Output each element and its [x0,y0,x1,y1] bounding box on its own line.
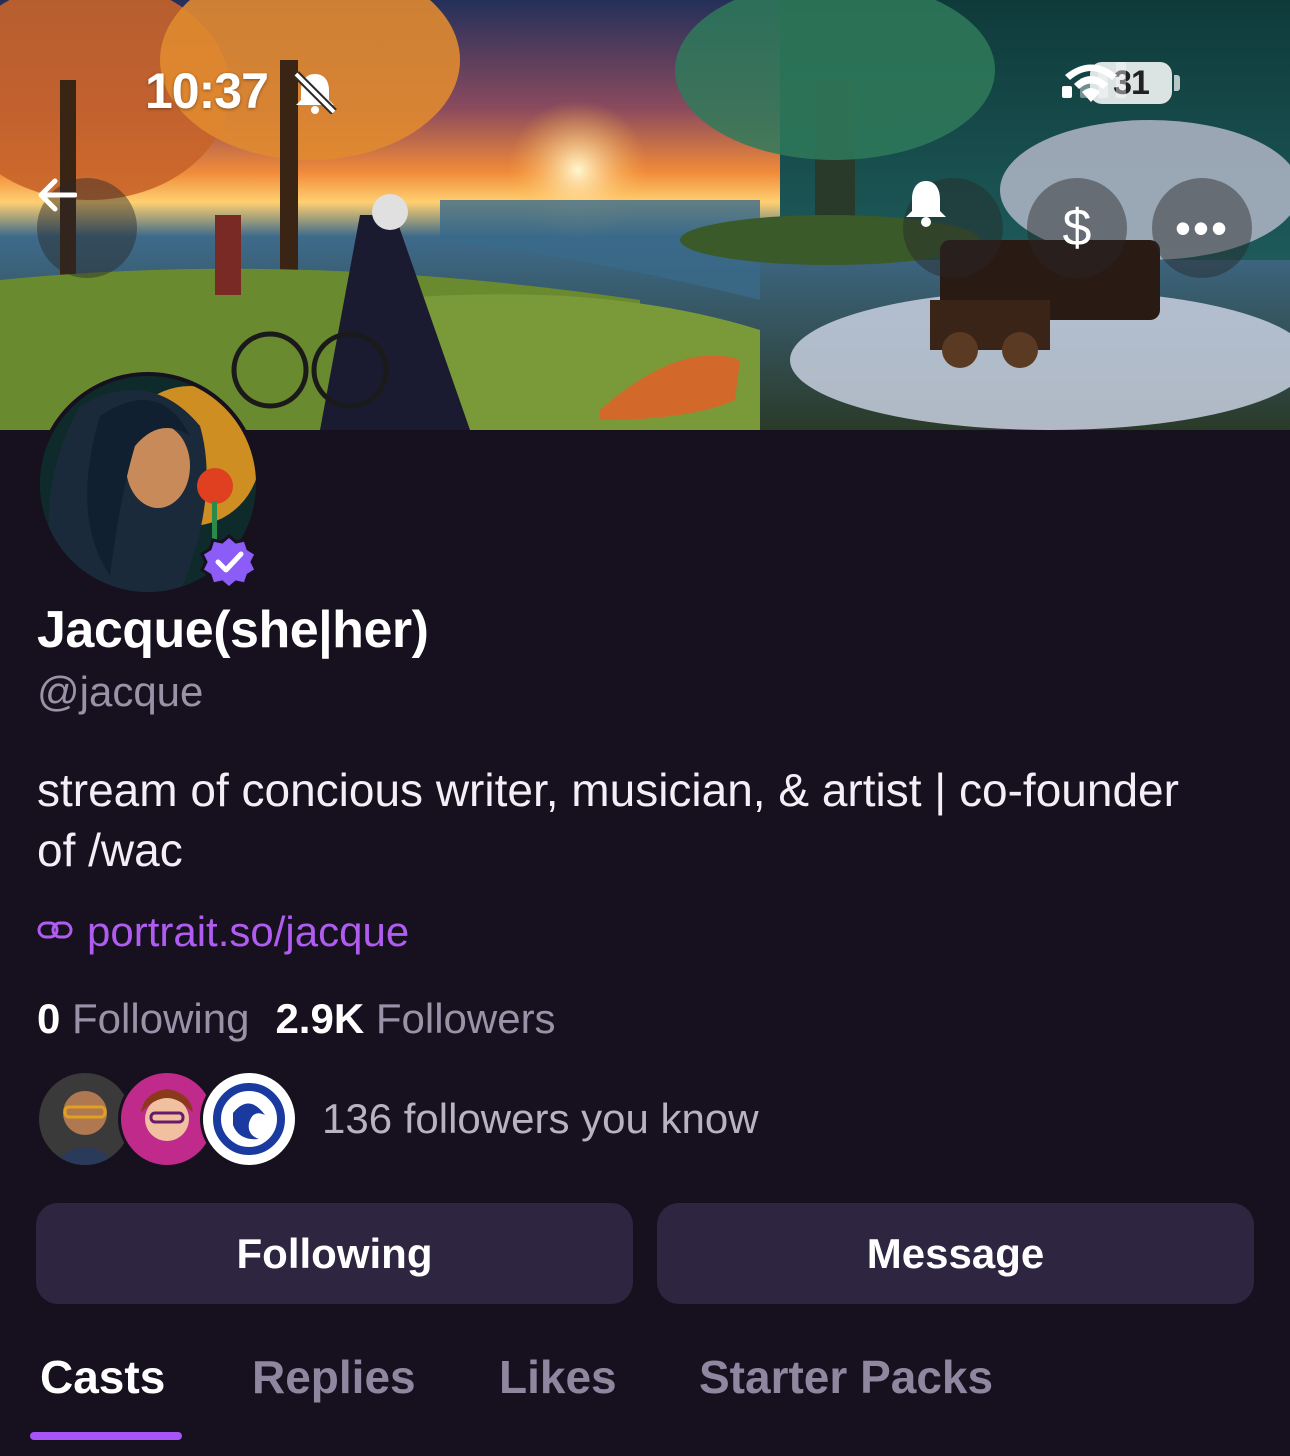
followers-you-know[interactable]: 136 followers you know [36,1070,759,1168]
following-label: Following [72,995,250,1042]
status-indicators: 31 [1062,62,1180,104]
followers-you-know-text: 136 followers you know [322,1095,759,1142]
profile-tabs: Casts Replies Likes Starter Packs [0,1350,1290,1456]
tab-casts[interactable]: Casts [40,1350,165,1404]
profile-link[interactable]: portrait.so/jacque [37,908,409,956]
known-follower-avatar [200,1070,298,1168]
tab-starter-packs[interactable]: Starter Packs [699,1350,993,1404]
follow-counts: 0 Following 2.9K Followers [37,995,556,1043]
profile-link-text[interactable]: portrait.so/jacque [87,908,409,956]
followers-count-link[interactable]: 2.9K Followers [275,995,555,1043]
display-name: Jacque(she|her) [37,601,429,659]
more-options-button[interactable]: ••• [1152,178,1252,278]
tip-button[interactable]: $ [1027,178,1127,278]
tab-likes[interactable]: Likes [499,1350,617,1404]
verified-badge-icon [200,533,258,596]
username-handle: @jacque [37,668,204,715]
link-icon [37,918,73,947]
dollar-icon: $ [1062,199,1092,257]
message-button[interactable]: Message [657,1203,1254,1304]
followers-count: 2.9K [275,995,365,1042]
status-time: 10:37 [145,63,269,119]
following-button[interactable]: Following [36,1203,633,1304]
active-tab-indicator [30,1432,182,1440]
battery-tip [1174,75,1180,91]
following-count-link[interactable]: 0 Following [37,995,249,1043]
profile-banner: 10:37 31 $ ••• [0,0,1290,430]
more-icon: ••• [1174,202,1230,254]
notifications-button[interactable] [903,178,1003,278]
profile-bio: stream of concious writer, musician, & a… [37,764,1179,876]
back-button[interactable] [37,178,137,278]
followers-label: Followers [375,995,556,1042]
tab-replies[interactable]: Replies [252,1350,416,1404]
following-count: 0 [37,995,61,1042]
